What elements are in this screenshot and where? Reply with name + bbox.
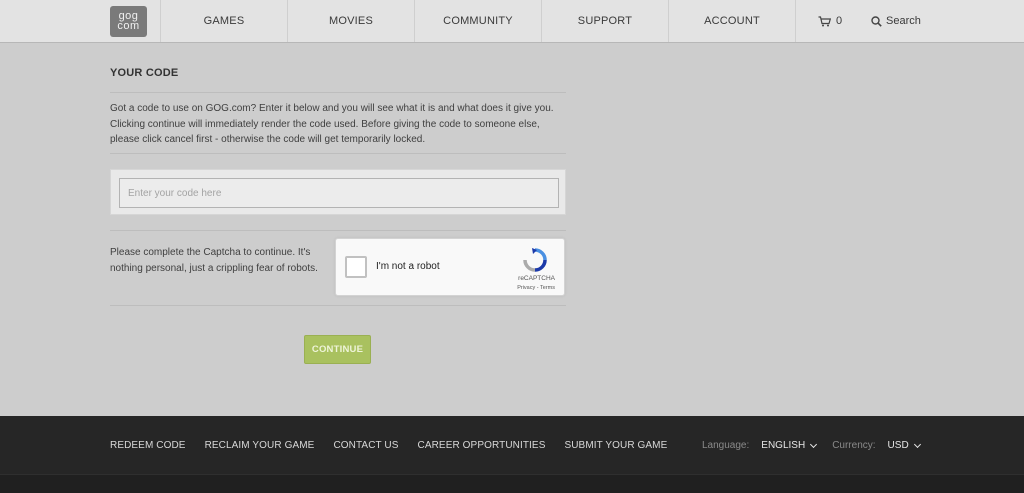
captcha-instructions: Please complete the Captcha to continue.… xyxy=(110,247,318,274)
page-title: YOUR CODE xyxy=(110,67,179,79)
divider xyxy=(110,92,566,93)
nav-community[interactable]: COMMUNITY xyxy=(414,0,541,42)
nav-games[interactable]: GAMES xyxy=(160,0,287,42)
recaptcha-checkbox[interactable] xyxy=(345,256,367,278)
currency-label: Currency: xyxy=(832,440,876,451)
intro-text: Got a code to use on GOG.com? Enter it b… xyxy=(110,103,554,145)
nav-support[interactable]: SUPPORT xyxy=(541,0,668,42)
language-label: Language: xyxy=(702,440,750,451)
search-label: Search xyxy=(886,15,921,27)
logo-line-2: com xyxy=(117,20,140,32)
footer-link-reclaim-game[interactable]: RECLAIM YOUR GAME xyxy=(205,440,315,451)
cart-count: 0 xyxy=(836,15,843,27)
footer-bottom-strip xyxy=(0,474,1024,493)
cart-button[interactable]: 0 xyxy=(795,0,869,42)
search-icon xyxy=(871,15,882,27)
nav-movies[interactable]: MOVIES xyxy=(287,0,414,42)
recaptcha-label: I'm not a robot xyxy=(376,261,440,272)
language-select[interactable]: ENGLISH xyxy=(761,440,818,451)
recaptcha-brand: reCAPTCHA xyxy=(518,275,555,282)
divider xyxy=(110,305,566,306)
cart-icon xyxy=(818,15,831,26)
footer-links: REDEEM CODE RECLAIM YOUR GAME CONTACT US… xyxy=(110,440,667,451)
divider xyxy=(110,230,566,231)
language-value: ENGLISH xyxy=(761,440,806,451)
footer-settings: Language: ENGLISH Currency: USD xyxy=(702,440,921,451)
gog-logo[interactable]: gog com xyxy=(110,5,147,37)
code-input-container xyxy=(110,169,566,215)
recaptcha-icon xyxy=(523,248,547,272)
recaptcha-widget: I'm not a robot reCAPTCHA Privacy - Term… xyxy=(335,238,565,296)
divider xyxy=(110,153,566,154)
currency-select[interactable]: USD xyxy=(887,440,921,451)
logo-area: gog com xyxy=(0,0,160,42)
nav-account[interactable]: ACCOUNT xyxy=(668,0,795,42)
search-button[interactable]: Search xyxy=(869,0,921,42)
recaptcha-privacy-terms[interactable]: Privacy - Terms xyxy=(517,285,555,291)
footer-link-submit-game[interactable]: SUBMIT YOUR GAME xyxy=(564,440,667,451)
top-nav-bar: gog com GAMES MOVIES COMMUNITY SUPPORT A… xyxy=(0,0,1024,43)
chevron-down-icon xyxy=(810,440,818,448)
currency-value: USD xyxy=(887,440,909,451)
chevron-down-icon xyxy=(913,440,921,448)
footer-link-redeem-code[interactable]: REDEEM CODE xyxy=(110,440,186,451)
continue-button[interactable]: CONTINUE xyxy=(304,335,371,364)
code-input[interactable] xyxy=(119,178,559,208)
footer-link-contact-us[interactable]: CONTACT US xyxy=(333,440,398,451)
footer-link-careers[interactable]: CAREER OPPORTUNITIES xyxy=(418,440,546,451)
